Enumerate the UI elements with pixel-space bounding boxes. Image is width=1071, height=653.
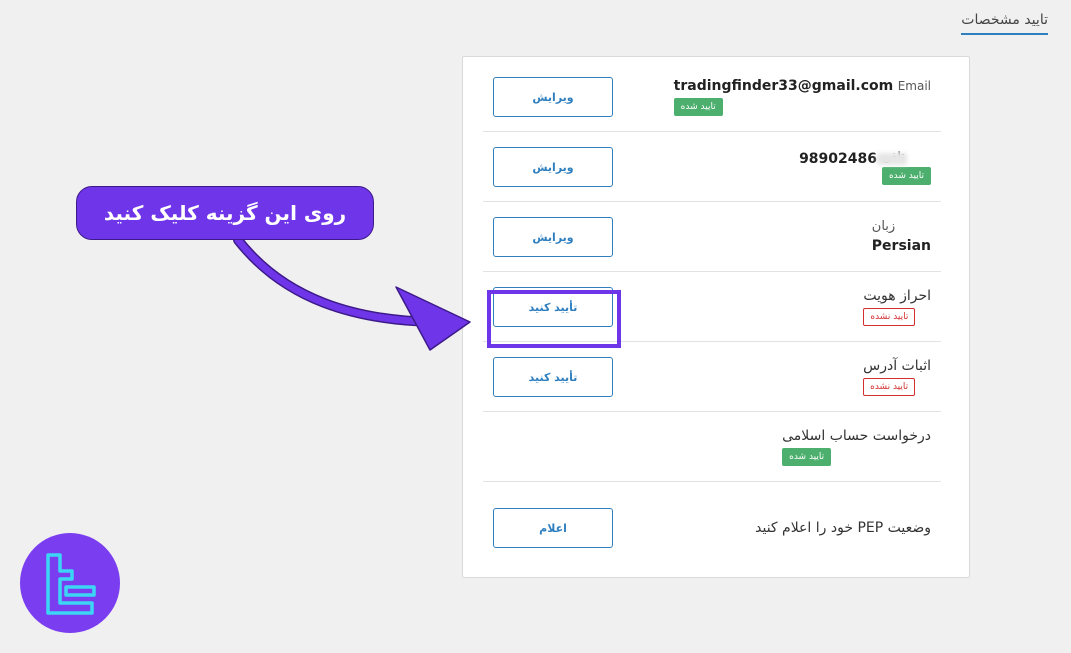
tradingfinder-logo-icon bbox=[20, 533, 120, 633]
logo-mark-icon bbox=[46, 553, 96, 615]
curved-arrow-icon bbox=[233, 235, 471, 351]
annotation-callout: روی این گزینه کلیک کنید bbox=[76, 186, 374, 240]
